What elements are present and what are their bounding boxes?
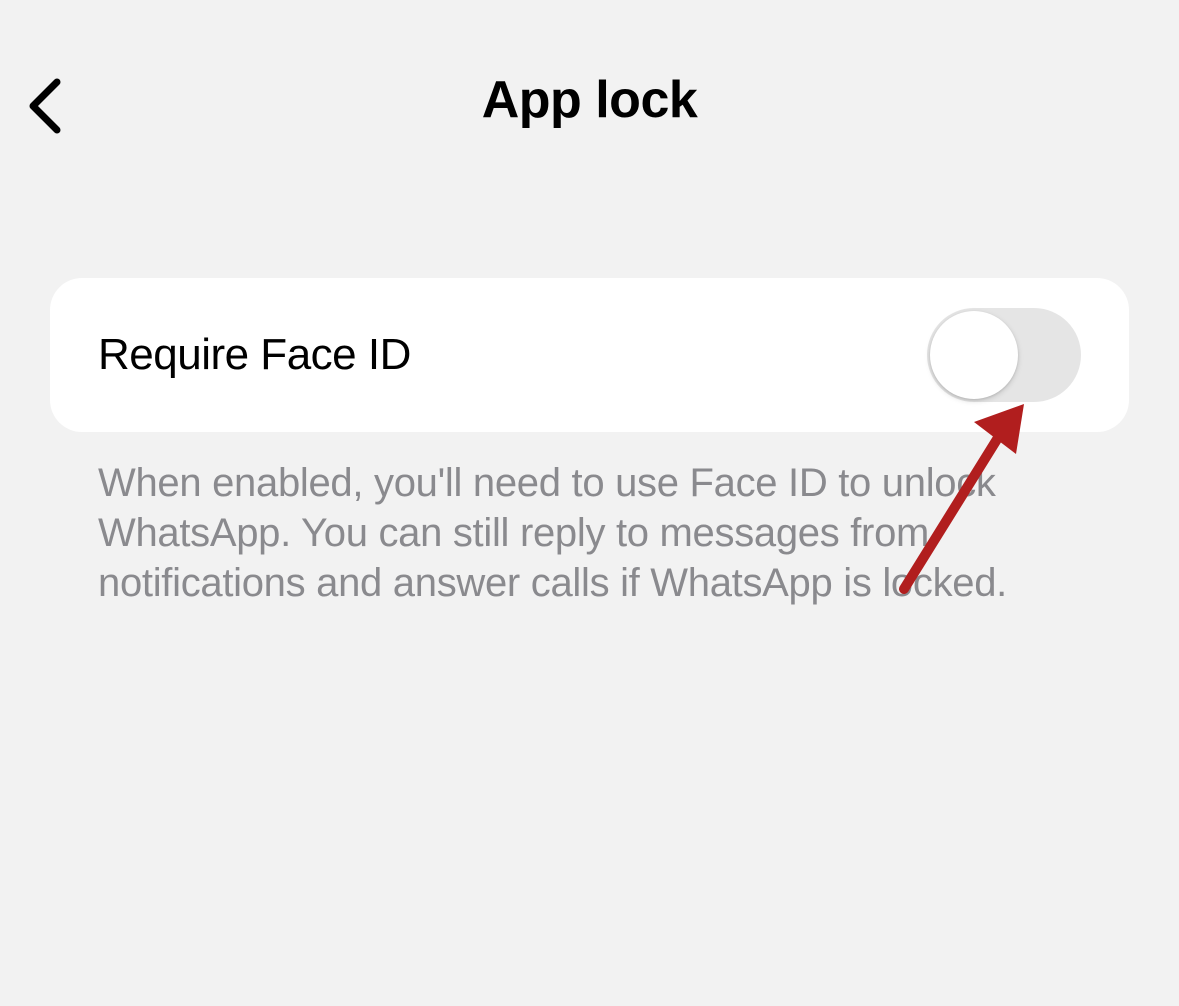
setting-label: Require Face ID [98,330,411,380]
header: App lock [0,0,1179,180]
setting-row-require-face-id: Require Face ID [50,278,1129,432]
page-title: App lock [482,70,698,130]
chevron-left-icon [27,78,61,134]
toggle-knob [930,311,1018,399]
content: Require Face ID When enabled, you'll nee… [0,180,1179,608]
back-button[interactable] [24,76,64,136]
setting-description: When enabled, you'll need to use Face ID… [50,432,1129,608]
require-face-id-toggle[interactable] [927,308,1081,402]
